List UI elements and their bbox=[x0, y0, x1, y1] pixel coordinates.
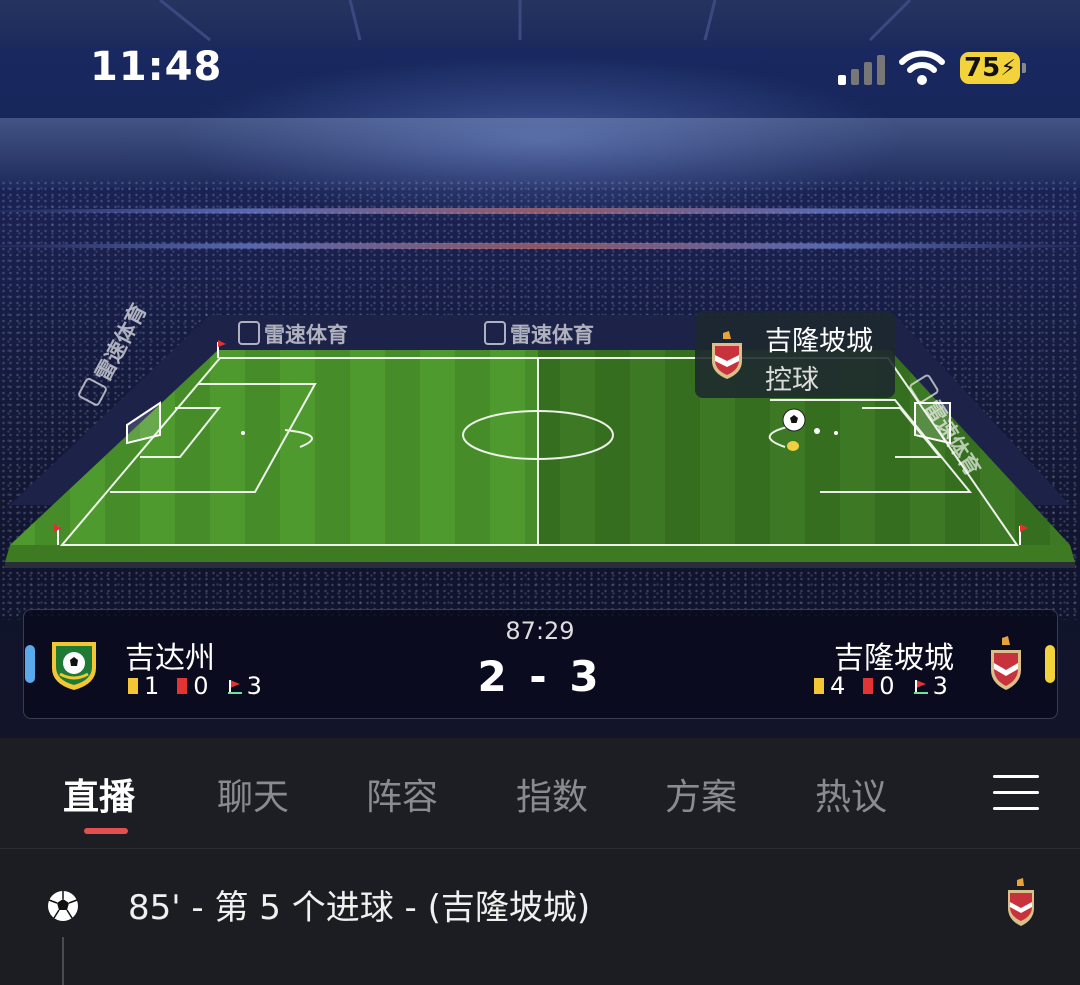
battery-nub bbox=[1022, 63, 1026, 73]
red-card-icon bbox=[863, 678, 874, 694]
stand-tier bbox=[0, 208, 1080, 214]
timeline-line bbox=[62, 937, 64, 985]
active-tab-indicator bbox=[84, 828, 128, 834]
battery-level: 75 bbox=[964, 53, 1001, 83]
possession-tooltip: 吉隆坡城 控球 bbox=[695, 311, 895, 398]
soccer-ball-icon bbox=[782, 408, 806, 432]
stadium-lights bbox=[0, 118, 1080, 188]
wifi-icon bbox=[899, 50, 945, 85]
stand-tier bbox=[0, 243, 1080, 249]
menu-icon[interactable] bbox=[993, 775, 1039, 811]
charging-bolt-icon: ⚡ bbox=[1000, 56, 1016, 81]
away-stats: 4 0 3 bbox=[814, 672, 948, 700]
watermark: 雷速体育 bbox=[238, 319, 348, 349]
tab-lineup[interactable]: 阵容 bbox=[366, 768, 438, 820]
away-red-count: 0 bbox=[879, 672, 895, 700]
event-text[interactable]: 85' - 第 5 个进球 - (吉隆坡城) bbox=[128, 880, 590, 929]
corner-flag-icon bbox=[913, 680, 928, 694]
away-team-name[interactable]: 吉隆坡城 bbox=[834, 633, 954, 677]
soccer-ball-icon bbox=[48, 891, 78, 921]
status-time: 11:48 bbox=[90, 44, 223, 90]
yellow-card-icon bbox=[814, 678, 824, 694]
tab-chat[interactable]: 聊天 bbox=[217, 768, 289, 820]
possession-team: 吉隆坡城 bbox=[765, 326, 873, 357]
away-corner-count: 3 bbox=[932, 672, 948, 700]
kuala-lumpur-badge-icon bbox=[712, 331, 742, 379]
cellular-signal-icon bbox=[838, 55, 885, 85]
watermark: 雷速体育 bbox=[484, 319, 594, 349]
possession-state: 控球 bbox=[765, 365, 819, 396]
tab-plans[interactable]: 方案 bbox=[665, 768, 737, 820]
tab-odds[interactable]: 指数 bbox=[516, 768, 588, 820]
kuala-lumpur-badge-icon bbox=[1008, 878, 1034, 926]
battery-indicator: 75 ⚡ bbox=[960, 52, 1026, 84]
tab-live[interactable]: 直播 bbox=[63, 768, 135, 820]
tab-discussion[interactable]: 热议 bbox=[815, 768, 887, 820]
tab-bar: 直播 聊天 阵容 指数 方案 热议 bbox=[0, 738, 1080, 849]
kuala-lumpur-badge-icon[interactable] bbox=[988, 636, 1024, 690]
away-yellow-count: 4 bbox=[830, 672, 846, 700]
